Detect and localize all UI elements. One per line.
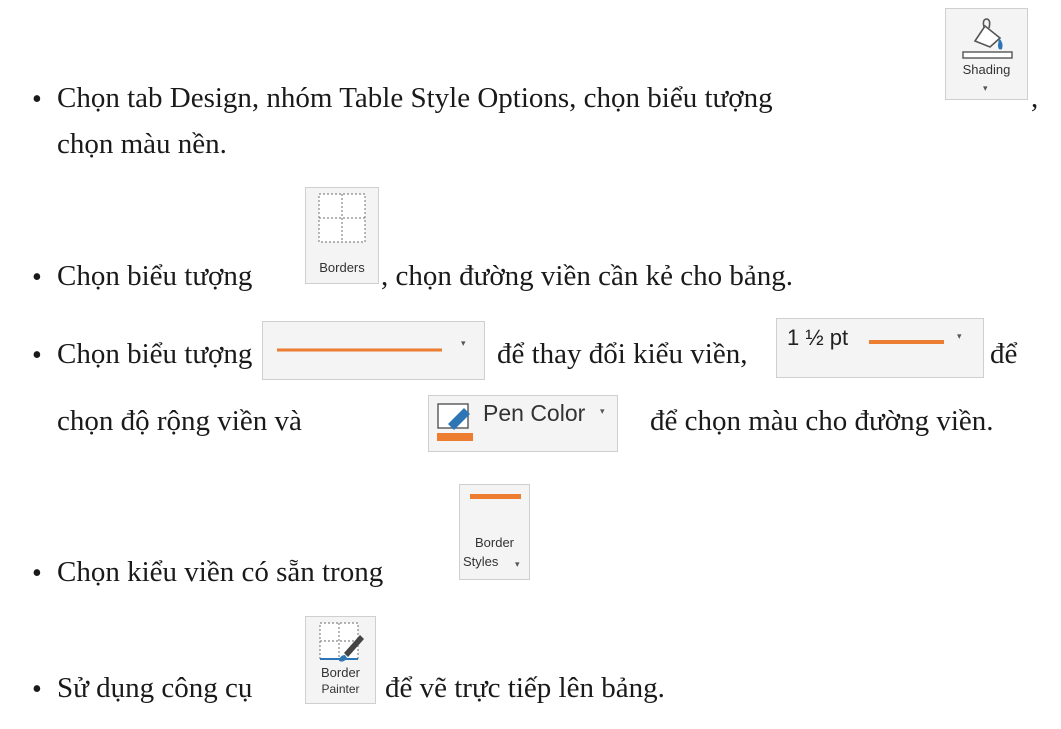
bullet-3-text: Chọn biểu tượng bbox=[57, 338, 253, 370]
border-painter-button[interactable]: Border Painter bbox=[305, 616, 376, 704]
bullet-marker: • bbox=[32, 558, 42, 589]
bullet-2-after: , chọn đường viền cần kẻ cho bảng. bbox=[381, 260, 793, 292]
shading-label: Shading bbox=[962, 62, 1011, 77]
border-styles-label-1: Border bbox=[474, 535, 515, 550]
bullet-2-text: Chọn biểu tượng bbox=[57, 260, 253, 292]
shading-button[interactable]: Shading ▾ bbox=[945, 8, 1028, 100]
line-style-dropdown[interactable]: ▾ bbox=[262, 321, 485, 380]
bullet-3-mid1: để thay đổi kiểu viền, bbox=[497, 338, 748, 370]
pen-color-label: Pen Color bbox=[483, 400, 586, 426]
borders-button[interactable]: Borders bbox=[305, 187, 379, 284]
bullet-3-cont-after: để chọn màu cho đường viền. bbox=[650, 405, 994, 437]
chevron-down-icon: ▾ bbox=[983, 83, 988, 93]
pen-color-button[interactable]: Pen Color ▾ bbox=[428, 395, 618, 452]
paint-bucket-icon bbox=[962, 18, 1013, 59]
bullet-3-continuation: chọn độ rộng viền và bbox=[57, 405, 302, 437]
bullet-1-continuation: chọn màu nền. bbox=[57, 128, 227, 160]
border-styles-button[interactable]: Border Styles ▾ bbox=[459, 484, 530, 580]
bullet-marker: • bbox=[32, 340, 42, 371]
bullet-marker: • bbox=[32, 674, 42, 705]
bullet-marker: • bbox=[32, 84, 42, 115]
line-weight-value: 1 ½ pt bbox=[787, 325, 849, 350]
border-painter-label-1: Border bbox=[320, 665, 361, 680]
chevron-down-icon: ▾ bbox=[957, 331, 962, 341]
bullet-1-text: Chọn tab Design, nhóm Table Style Option… bbox=[57, 82, 773, 114]
border-styles-icon bbox=[470, 494, 521, 499]
chevron-down-icon: ▾ bbox=[515, 559, 520, 569]
borders-grid-icon bbox=[318, 193, 366, 243]
paintbrush-icon bbox=[319, 622, 364, 662]
line-style-icon bbox=[277, 348, 442, 352]
borders-label: Borders bbox=[319, 260, 365, 275]
bullet-4-text: Chọn kiểu viền có sẵn trong bbox=[57, 556, 384, 588]
bullet-3-mid2: để bbox=[990, 338, 1018, 370]
border-painter-label-2: Painter bbox=[321, 682, 360, 696]
chevron-down-icon: ▾ bbox=[600, 406, 605, 416]
bullet-marker: • bbox=[32, 262, 42, 293]
line-weight-dropdown[interactable]: 1 ½ pt ▾ bbox=[776, 318, 984, 378]
line-weight-icon bbox=[869, 340, 944, 344]
chevron-down-icon: ▾ bbox=[461, 338, 466, 348]
bullet-1-comma: , bbox=[1031, 82, 1039, 114]
bullet-5-after: để vẽ trực tiếp lên bảng. bbox=[385, 672, 665, 704]
pen-icon bbox=[437, 403, 473, 441]
bullet-5-text: Sử dụng công cụ bbox=[57, 672, 253, 704]
